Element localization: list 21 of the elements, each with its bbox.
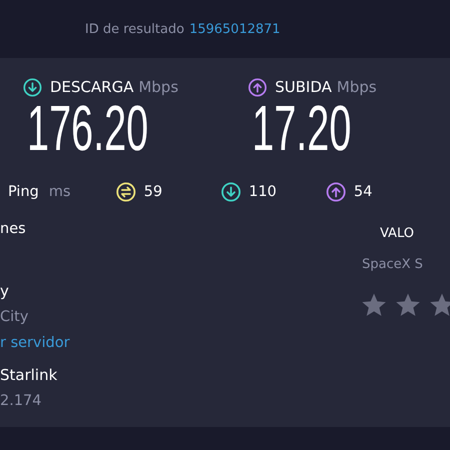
server-location: 2.174 bbox=[0, 392, 43, 411]
rating-title: VALO bbox=[380, 226, 414, 241]
ping-value: 59 bbox=[144, 184, 162, 200]
server-name: y bbox=[0, 281, 10, 302]
speed-value: 17.20 bbox=[252, 98, 352, 158]
server-location: City bbox=[0, 308, 30, 327]
speed-value: 176.20 bbox=[27, 98, 148, 158]
speed-label: DESCARGA bbox=[50, 78, 134, 96]
ping-label: Ping bbox=[8, 184, 39, 200]
ping-unit: ms bbox=[48, 184, 72, 200]
speed-label: SUBIDA bbox=[275, 78, 332, 96]
provider-name: SpaceX S bbox=[362, 257, 423, 272]
speed-unit: Mbps bbox=[138, 78, 178, 96]
result-id-link[interactable]: 15965012871 bbox=[189, 22, 280, 36]
speed-unit: Mbps bbox=[336, 78, 377, 96]
ping-value: 110 bbox=[248, 184, 277, 200]
server-name: Starlink bbox=[0, 365, 58, 386]
ping-value: 54 bbox=[354, 184, 372, 200]
result-id-label: ID de resultado bbox=[85, 22, 184, 36]
change-server-link[interactable]: r servidor bbox=[0, 330, 70, 356]
section-heading: nes bbox=[0, 220, 27, 239]
